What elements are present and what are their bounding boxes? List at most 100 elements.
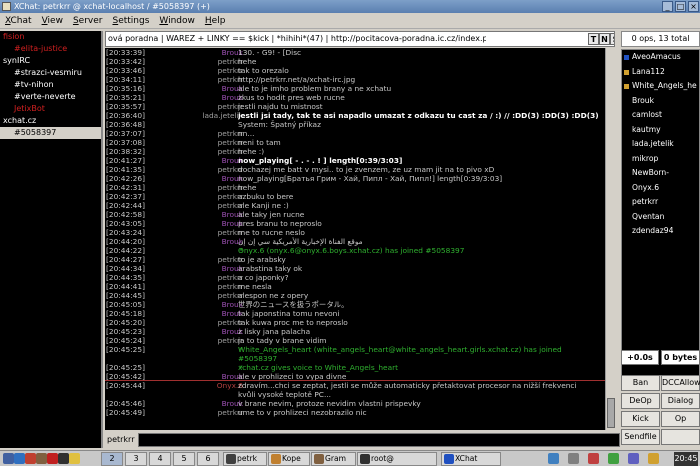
chat-message: 130. - G9! - [Disc	[238, 48, 302, 57]
user-entry[interactable]: NewBorn-	[622, 166, 699, 181]
menu-view[interactable]: View	[37, 13, 68, 29]
user-entry[interactable]: Onyx.6	[622, 181, 699, 196]
workspace-4[interactable]: 4	[149, 452, 171, 466]
user-entry[interactable]: petrkrr	[622, 195, 699, 210]
tree-channel[interactable]: #elita-justice	[0, 43, 101, 55]
lag-meters: +0.0s 0 bytes	[621, 350, 700, 366]
voice-icon	[624, 69, 629, 75]
op-button[interactable]: Op	[661, 411, 700, 427]
chat-nick[interactable]: lada.jetelik	[202, 111, 243, 120]
dialog-button[interactable]: Dialog	[661, 393, 700, 409]
tray-icon[interactable]	[588, 453, 599, 464]
chat-message: jestli najdu tu mistnost	[238, 102, 323, 111]
chat-message: arabstina taky ok	[238, 264, 303, 273]
sendfile-button[interactable]: Sendfile	[621, 429, 660, 445]
menu-settings[interactable]: Settings	[107, 13, 154, 29]
tree-channel[interactable]: #verte-neverte	[0, 91, 101, 103]
tree-server[interactable]: fision	[0, 31, 101, 43]
terminal-icon[interactable]	[58, 453, 69, 464]
nick-label[interactable]: petrkrr	[107, 434, 135, 446]
chat-line: [20:44:22] * Onyx.6 (onyx.6@onyx.6.boys.xc…	[105, 246, 605, 255]
minimize-button[interactable]: _	[662, 1, 673, 12]
close-button[interactable]: ×	[688, 1, 699, 12]
chat-line: [20:35:21] Brouk zkus to hodit pres web ru…	[105, 93, 605, 102]
task-button[interactable]: root@	[357, 452, 437, 466]
tray-icon[interactable]	[648, 453, 659, 464]
chat-message: now_playing[ - . - . ! ] length[0:39/3:0…	[238, 156, 403, 165]
tree-channel[interactable]: #5058397	[0, 127, 101, 139]
mode-n-button[interactable]: N	[599, 33, 610, 45]
task-button[interactable]: XChat	[441, 452, 501, 466]
workspace-3[interactable]: 3	[125, 452, 147, 466]
workspace-5[interactable]: 5	[173, 452, 195, 466]
menu-window[interactable]: Window	[154, 13, 200, 29]
menu-help[interactable]: Help	[200, 13, 231, 29]
user-entry[interactable]: zdendaz94	[622, 224, 699, 239]
user-entry[interactable]: Brouk	[622, 94, 699, 109]
user-entry[interactable]: Qventan	[622, 210, 699, 225]
user-name: Brouk	[632, 95, 655, 105]
task-label: XChat	[455, 454, 478, 463]
task-button[interactable]: Gram	[311, 452, 356, 466]
user-name: petrkrr	[632, 197, 659, 206]
menu-icon[interactable]	[3, 453, 14, 464]
tray-icon[interactable]	[608, 453, 619, 464]
maximize-button[interactable]: □	[675, 1, 686, 12]
tree-channel[interactable]: JetixBot	[0, 103, 101, 115]
dccallow-button[interactable]: DCCAllow	[661, 375, 700, 391]
tree-channel[interactable]: #tv-nihon	[0, 79, 101, 91]
tree-channel[interactable]: #strazci-vesmiru	[0, 67, 101, 79]
marker-line	[105, 380, 605, 381]
tree-server[interactable]: synIRC	[0, 55, 101, 67]
kick-button[interactable]: Kick	[621, 411, 660, 427]
user-entry[interactable]: mikrop	[622, 152, 699, 167]
user-entry[interactable]: AveoAmacus	[622, 50, 699, 65]
chat-line: [20:45:05] Brouk 世界のニュースを扱うポータル。	[105, 300, 605, 309]
tray-icon[interactable]	[548, 453, 559, 464]
user-entry[interactable]: kautmy	[622, 123, 699, 138]
mode-s-button[interactable]: S	[610, 33, 614, 45]
gimp-icon[interactable]	[36, 453, 47, 464]
ban-button[interactable]: Ban	[621, 375, 660, 391]
user-entry[interactable]: lada.jetelik	[622, 137, 699, 152]
mode-t-button[interactable]: T	[588, 33, 599, 45]
user-entry[interactable]: White_Angels_he	[622, 79, 699, 94]
chat-line: [20:38:32] petrkrr hehe :)	[105, 147, 605, 156]
scrollbar-thumb[interactable]	[607, 398, 615, 428]
user-entry[interactable]: Lana112	[622, 65, 699, 80]
task-icon	[360, 454, 370, 464]
task-button[interactable]: Kope	[268, 452, 310, 466]
topic-input[interactable]: ová poradna | WAREZ + LINKY == $kick | *…	[108, 32, 486, 46]
chat-line: [20:36:48] System: Špatný příkaz	[105, 120, 605, 129]
chat-log[interactable]: [20:33:39] Brouk 130. - G9! - [Disc [20:33:…	[105, 48, 605, 430]
channel-tree[interactable]: fision #elita-justice synIRC #strazci-vesmi…	[0, 31, 103, 448]
user-list[interactable]: AveoAmacus Lana112 White_Angels_he Brouk cam…	[621, 49, 700, 376]
workspace-2[interactable]: 2	[101, 452, 123, 466]
task-button[interactable]: petrk	[223, 452, 267, 466]
chat-timestamp: [20:45:25]	[106, 345, 145, 354]
chat-timestamp: [20:37:08]	[106, 138, 145, 147]
menu-xchat[interactable]: XChat	[0, 13, 37, 29]
tree-server[interactable]: xchat.cz	[0, 115, 101, 127]
browser-icon[interactable]	[14, 453, 25, 464]
chat-scrollbar[interactable]	[605, 48, 615, 430]
voice-icon	[624, 84, 629, 89]
workspace-6[interactable]: 6	[197, 452, 219, 466]
deop-button[interactable]: DeOp	[621, 393, 660, 409]
chat-message: kvůli vysoké teplotě PC...	[238, 390, 331, 399]
chat-line: [20:42:58] Brouk ale taky jen rucne	[105, 210, 605, 219]
opera-icon[interactable]	[47, 453, 58, 464]
user-entry[interactable]: camlost	[622, 108, 699, 123]
chat-timestamp: [20:33:46]	[106, 66, 145, 75]
mail-icon[interactable]	[25, 453, 36, 464]
chat-timestamp: [20:43:05]	[106, 219, 145, 228]
chat-timestamp: [20:45:18]	[106, 309, 145, 318]
window-titlebar[interactable]: XChat: petrkrr @ xchat-localhost / #5058…	[0, 0, 700, 13]
menu-server[interactable]: Server	[68, 13, 108, 29]
tray-icon[interactable]	[628, 453, 639, 464]
xchat-icon[interactable]	[69, 453, 80, 464]
tray-icon[interactable]	[568, 453, 579, 464]
message-input[interactable]	[138, 433, 620, 447]
extra-button[interactable]	[661, 429, 700, 445]
xchat-app-icon	[2, 2, 11, 11]
